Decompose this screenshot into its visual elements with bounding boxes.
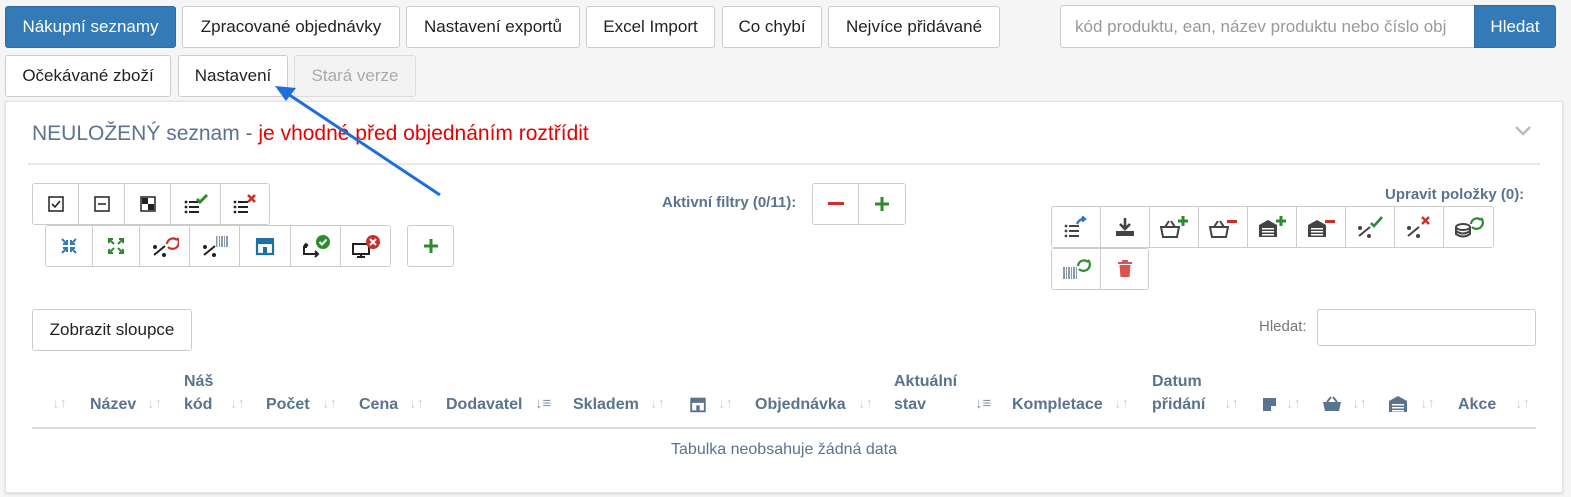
sort-icon[interactable]: ↓↑ bbox=[1224, 395, 1239, 412]
table-empty-message: Tabulka neobsahuje žádná data bbox=[671, 441, 897, 458]
invert-selection-icon[interactable] bbox=[125, 184, 171, 224]
basket-add-icon[interactable] bbox=[1150, 207, 1199, 247]
col-nazev[interactable]: Název bbox=[90, 393, 136, 416]
col-pocet[interactable]: Počet bbox=[266, 393, 310, 416]
col-nas-kod[interactable]: Náš kód bbox=[184, 370, 224, 416]
col-dodavatel[interactable]: Dodavatel bbox=[446, 393, 522, 416]
tab-ocekavane-zbozi[interactable]: Očekávané zboží bbox=[5, 55, 171, 97]
percent-refresh-icon[interactable] bbox=[140, 226, 190, 266]
sort-icon[interactable]: ↓↑ bbox=[1286, 395, 1301, 412]
monitor-remove-icon[interactable] bbox=[341, 226, 390, 266]
panel-title-main: NEULOŽENÝ seznam - bbox=[32, 122, 259, 145]
edit-items-label: Upravit položky (0): bbox=[1385, 186, 1525, 203]
sort-icon[interactable]: ↓↑ bbox=[147, 395, 162, 412]
product-search-input[interactable]: kód produktu, ean, název produktu nebo č… bbox=[1060, 5, 1475, 48]
tab-nastaveni-exportu[interactable]: Nastavení exportů bbox=[406, 6, 580, 48]
col-akce[interactable]: Akce bbox=[1458, 393, 1496, 416]
sort-icon[interactable]: ↓↑ bbox=[858, 395, 873, 412]
store-icon[interactable] bbox=[240, 226, 291, 266]
basket-column-icon bbox=[1322, 396, 1342, 417]
filters-toolbar bbox=[812, 183, 906, 225]
selection-toolbar bbox=[32, 183, 270, 225]
sort-icon[interactable]: ↓↑ bbox=[230, 395, 245, 412]
table-search-input[interactable] bbox=[1317, 309, 1536, 346]
tab-zpracovane-objednavky[interactable]: Zpracované objednávky bbox=[182, 6, 400, 48]
percent-remove-icon[interactable] bbox=[1395, 207, 1444, 247]
tab-stara-verze: Stará verze bbox=[294, 55, 416, 97]
sort-icon[interactable]: ↓↑ bbox=[409, 395, 424, 412]
sort-icon[interactable]: ↓↑ bbox=[718, 395, 733, 412]
add-filter-icon[interactable] bbox=[859, 184, 905, 224]
check-all-icon[interactable] bbox=[33, 184, 79, 224]
compress-icon[interactable] bbox=[46, 226, 93, 266]
sort-icon[interactable]: ↓↑ bbox=[1352, 395, 1367, 412]
list-move-icon[interactable] bbox=[1052, 207, 1101, 247]
sort-icon[interactable]: ↓↑ bbox=[52, 395, 67, 412]
barcode-refresh-icon[interactable] bbox=[1052, 249, 1101, 289]
tab-co-chybi[interactable]: Co chybí bbox=[722, 6, 822, 48]
chevron-down-icon[interactable] bbox=[1514, 124, 1532, 142]
list-remove-icon[interactable] bbox=[221, 184, 269, 224]
expand-icon[interactable] bbox=[93, 226, 140, 266]
sort-icon[interactable]: ↓↑ bbox=[650, 395, 665, 412]
coins-refresh-icon[interactable] bbox=[1444, 207, 1493, 247]
col-cena[interactable]: Cena bbox=[359, 393, 398, 416]
download-icon[interactable] bbox=[1101, 207, 1150, 247]
edit-items-toolbar bbox=[1051, 206, 1494, 248]
uncheck-all-icon[interactable] bbox=[79, 184, 125, 224]
sort-icon[interactable]: ↓↑ bbox=[1420, 395, 1435, 412]
sort-asc-icon[interactable]: ↓≡ bbox=[535, 395, 551, 412]
actions-toolbar bbox=[45, 225, 391, 267]
panel-title: NEULOŽENÝ seznam - je vhodné před objedn… bbox=[32, 122, 589, 146]
warehouse-column-icon bbox=[1388, 395, 1408, 418]
tab-nejvice-pridavane[interactable]: Nejvíce přidávané bbox=[828, 6, 1000, 48]
col-objednavka[interactable]: Objednávka bbox=[755, 393, 846, 416]
basket-remove-icon[interactable] bbox=[1199, 207, 1248, 247]
warehouse-remove-icon[interactable] bbox=[1297, 207, 1346, 247]
sort-desc-icon[interactable]: ↓≡ bbox=[975, 395, 991, 412]
edit-items-toolbar-2 bbox=[1051, 248, 1149, 290]
sort-icon[interactable]: ↓↑ bbox=[1515, 395, 1530, 412]
tab-nastaveni[interactable]: Nastavení bbox=[178, 55, 288, 97]
store-column-icon bbox=[688, 396, 708, 418]
search-button[interactable]: Hledat bbox=[1474, 5, 1556, 48]
percent-barcode-icon[interactable] bbox=[190, 226, 240, 266]
tab-excel-import[interactable]: Excel Import bbox=[586, 6, 715, 48]
show-columns-button[interactable]: Zobrazit sloupce bbox=[32, 309, 192, 351]
col-datum-pridani[interactable]: Datum přidání bbox=[1152, 370, 1212, 416]
note-column-icon bbox=[1263, 398, 1276, 416]
panel-title-warning: je vhodné před objednáním roztřídit bbox=[258, 122, 589, 145]
remove-filter-icon[interactable] bbox=[813, 184, 859, 224]
sort-icon[interactable]: ↓↑ bbox=[1114, 395, 1129, 412]
transfer-ok-icon[interactable] bbox=[291, 226, 341, 266]
sort-icon[interactable]: ↓↑ bbox=[322, 395, 337, 412]
shopping-list-panel: NEULOŽENÝ seznam - je vhodné před objedn… bbox=[5, 101, 1563, 493]
tab-nakupni-seznamy[interactable]: Nákupní seznamy bbox=[5, 6, 176, 48]
percent-check-icon[interactable] bbox=[1346, 207, 1395, 247]
table-header-divider bbox=[32, 427, 1536, 429]
trash-icon[interactable] bbox=[1101, 249, 1148, 289]
col-skladem[interactable]: Skladem bbox=[573, 393, 639, 416]
divider bbox=[28, 163, 1540, 165]
list-check-icon[interactable] bbox=[171, 184, 221, 224]
col-aktualni-stav[interactable]: Aktuální stav bbox=[894, 370, 964, 416]
warehouse-add-icon[interactable] bbox=[1248, 207, 1297, 247]
add-button[interactable] bbox=[407, 225, 454, 267]
col-kompletace[interactable]: Kompletace bbox=[1012, 393, 1103, 416]
table-search-label: Hledat: bbox=[1259, 318, 1307, 335]
active-filters-label: Aktivní filtry (0/11): bbox=[662, 194, 797, 211]
